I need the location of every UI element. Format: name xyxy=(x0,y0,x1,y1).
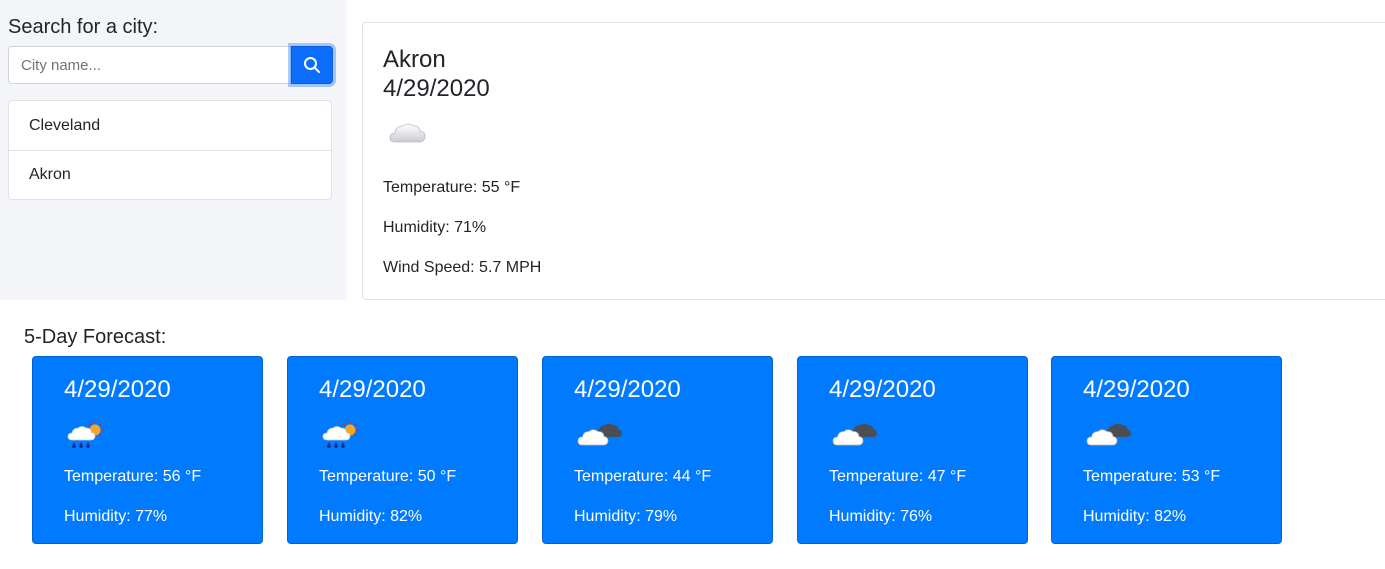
forecast-title: 5-Day Forecast: xyxy=(24,326,167,348)
forecast-card: 4/29/2020 Temperature: 50 °F Humidity: 8… xyxy=(287,356,518,544)
forecast-humidity: Humidity: 77% xyxy=(64,508,168,525)
search-sidebar: Search for a city: Cleveland Akron xyxy=(0,0,347,300)
search-input[interactable] xyxy=(8,46,291,84)
city-history-item[interactable]: Akron xyxy=(9,150,331,199)
current-date: 4/29/2020 xyxy=(383,75,490,102)
search-icon xyxy=(304,57,320,73)
rain-sun-cloud-icon xyxy=(67,421,104,448)
current-wind-speed: Wind Speed: 5.7 MPH xyxy=(383,259,542,276)
dark-clouds-icon xyxy=(577,423,622,446)
current-temperature: Temperature: 55 °F xyxy=(383,179,521,196)
forecast-temperature: Temperature: 56 °F xyxy=(64,468,202,485)
forecast-date: 4/29/2020 xyxy=(574,376,681,403)
city-history-item[interactable]: Cleveland xyxy=(9,101,331,150)
forecast-temperature: Temperature: 53 °F xyxy=(1083,468,1221,485)
forecast-date: 4/29/2020 xyxy=(829,376,936,403)
forecast-date: 4/29/2020 xyxy=(1083,376,1190,403)
forecast-date: 4/29/2020 xyxy=(64,376,171,403)
forecast-humidity: Humidity: 82% xyxy=(1083,508,1187,525)
search-label: Search for a city: xyxy=(8,16,159,38)
forecast-card: 4/29/2020 Temperature: 56 °F Humidity: 7… xyxy=(32,356,263,544)
forecast-date: 4/29/2020 xyxy=(319,376,426,403)
search-group xyxy=(8,46,333,84)
forecast-card: 4/29/2020 Temperature: 53 °F Humidity: 8… xyxy=(1051,356,1282,544)
dark-clouds-icon xyxy=(832,423,877,446)
current-city-name: Akron xyxy=(383,46,446,73)
forecast-temperature: Temperature: 50 °F xyxy=(319,468,457,485)
forecast-humidity: Humidity: 79% xyxy=(574,508,678,525)
forecast-humidity: Humidity: 76% xyxy=(829,508,933,525)
forecast-humidity: Humidity: 82% xyxy=(319,508,423,525)
cloud-icon xyxy=(389,123,426,143)
forecast-card: 4/29/2020 Temperature: 47 °F Humidity: 7… xyxy=(797,356,1028,544)
dark-clouds-icon xyxy=(1086,423,1131,446)
current-humidity: Humidity: 71% xyxy=(383,219,487,236)
forecast-card: 4/29/2020 Temperature: 44 °F Humidity: 7… xyxy=(542,356,773,544)
city-history-list: Cleveland Akron xyxy=(8,100,332,200)
current-weather-card: Akron 4/29/2020 Temperature: 55 °F Humid… xyxy=(362,22,1385,300)
forecast-temperature: Temperature: 44 °F xyxy=(574,468,712,485)
rain-sun-cloud-icon xyxy=(322,421,359,448)
search-button[interactable] xyxy=(291,46,333,84)
forecast-temperature: Temperature: 47 °F xyxy=(829,468,967,485)
